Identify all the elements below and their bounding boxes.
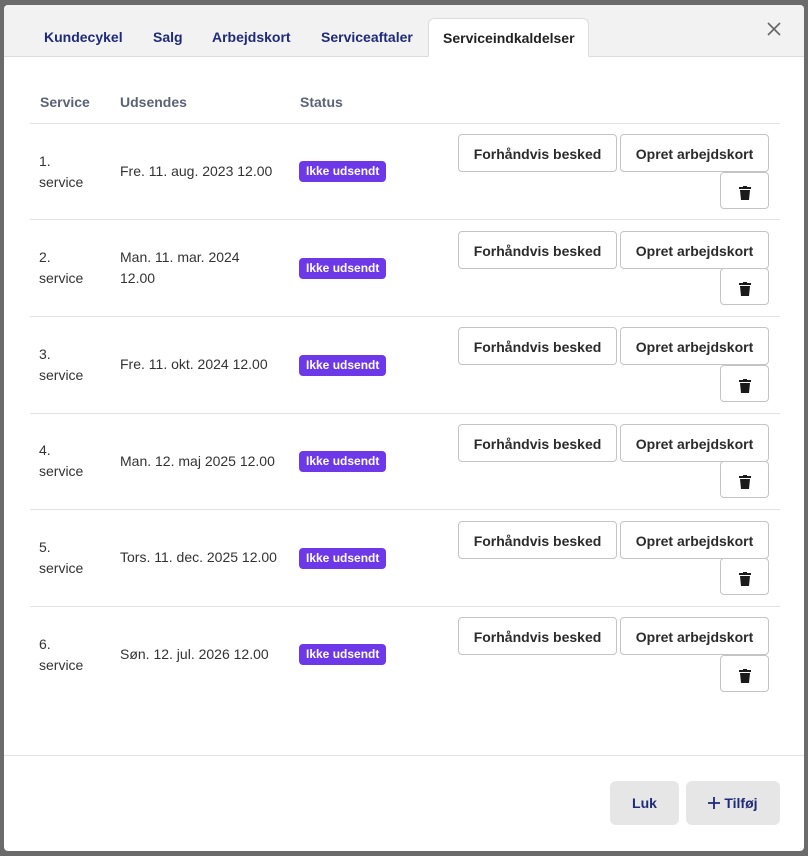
status-badge: Ikke udsendt (299, 161, 387, 182)
preview-message-button[interactable]: Forhåndvis besked (458, 231, 617, 269)
sent-date: Fre. 11. aug. 2023 12.00 (120, 163, 273, 179)
tab-bar: Kundecykel Salg Arbejdskort Serviceaftal… (4, 5, 804, 57)
close-icon (767, 22, 781, 36)
preview-message-button[interactable]: Forhåndvis besked (458, 134, 617, 172)
preview-message-button[interactable]: Forhåndvis besked (458, 617, 617, 655)
service-number: 1. (39, 153, 51, 169)
plus-icon (708, 797, 721, 809)
preview-message-button[interactable]: Forhåndvis besked (458, 521, 617, 559)
status-badge: Ikke udsendt (299, 548, 387, 569)
row-divider (30, 413, 780, 414)
close-dialog-button[interactable]: Luk (610, 781, 679, 825)
create-work-card-button[interactable]: Opret arbejdskort (620, 327, 769, 365)
create-work-card-button[interactable]: Opret arbejdskort (620, 134, 769, 172)
service-label: service (39, 174, 84, 190)
service-label: service (39, 560, 84, 576)
delete-button[interactable] (720, 365, 769, 402)
close-button[interactable] (764, 19, 784, 39)
service-label: service (39, 367, 84, 383)
status-badge: Ikke udsendt (299, 644, 387, 665)
preview-message-button[interactable]: Forhåndvis besked (458, 424, 617, 462)
footer-divider (4, 755, 804, 756)
sent-date: Fre. 11. okt. 2024 12.00 (120, 356, 268, 372)
sent-date: Man. 12. maj 2025 12.00 (120, 453, 275, 469)
status-badge: Ikke udsendt (299, 355, 387, 376)
sent-date: Søn. 12. jul. 2026 12.00 (120, 646, 269, 662)
create-work-card-button[interactable]: Opret arbejdskort (620, 231, 769, 269)
sent-date: Man. 11. mar. 2024 (120, 249, 240, 265)
service-number: 2. (39, 249, 51, 265)
service-label: service (39, 270, 84, 286)
trash-icon (738, 669, 751, 683)
create-work-card-button[interactable]: Opret arbejdskort (620, 424, 769, 462)
add-button-label: Tilføj (724, 795, 758, 811)
preview-message-button[interactable]: Forhåndvis besked (458, 327, 617, 365)
delete-button[interactable] (720, 461, 769, 498)
trash-icon (738, 186, 751, 200)
delete-button[interactable] (720, 268, 769, 305)
row-divider (30, 316, 780, 317)
status-badge: Ikke udsendt (299, 258, 387, 279)
service-number: 3. (39, 346, 51, 362)
service-reminders-dialog: Kundecykel Salg Arbejdskort Serviceaftal… (4, 5, 804, 851)
tab-arbejdskort[interactable]: Arbejdskort (212, 18, 291, 56)
column-header-service: Service (40, 94, 90, 110)
trash-icon (738, 572, 751, 586)
create-work-card-button[interactable]: Opret arbejdskort (620, 521, 769, 559)
service-label: service (39, 657, 84, 673)
sent-time: 12.00 (120, 270, 156, 286)
column-header-sent: Udsendes (120, 94, 187, 110)
tab-salg[interactable]: Salg (153, 18, 183, 56)
trash-icon (738, 475, 751, 489)
service-label: service (39, 463, 84, 479)
row-divider (30, 219, 780, 220)
tab-kundecykel[interactable]: Kundecykel (44, 18, 123, 56)
delete-button[interactable] (720, 558, 769, 595)
row-divider (30, 509, 780, 510)
column-header-status: Status (300, 94, 343, 110)
create-work-card-button[interactable]: Opret arbejdskort (620, 617, 769, 655)
service-number: 5. (39, 539, 51, 555)
trash-icon (738, 282, 751, 296)
delete-button[interactable] (720, 655, 769, 692)
service-number: 6. (39, 636, 51, 652)
add-button[interactable]: Tilføj (686, 781, 780, 825)
sent-date: Tors. 11. dec. 2025 12.00 (120, 549, 277, 565)
tab-serviceindkaldelser[interactable]: Serviceindkaldelser (428, 18, 589, 57)
tab-serviceaftaler[interactable]: Serviceaftaler (321, 18, 413, 56)
service-number: 4. (39, 442, 51, 458)
table-header-divider (30, 123, 780, 124)
status-badge: Ikke udsendt (299, 451, 387, 472)
trash-icon (738, 379, 751, 393)
delete-button[interactable] (720, 172, 769, 209)
row-divider (30, 606, 780, 607)
